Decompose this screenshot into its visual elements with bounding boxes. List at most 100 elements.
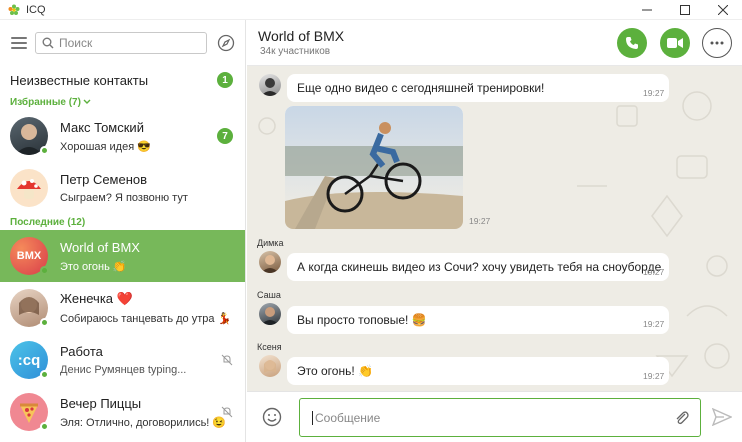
chevron-down-icon bbox=[83, 99, 91, 104]
message-time: 19:27 bbox=[469, 216, 491, 226]
message-time: 19:27 bbox=[643, 319, 665, 329]
unknown-contacts-row[interactable]: Неизвестные контакты 1 bbox=[0, 66, 245, 94]
unknown-contacts-label: Неизвестные контакты bbox=[10, 72, 149, 88]
message-composer bbox=[247, 391, 742, 442]
sender-name: Ксеня bbox=[257, 342, 282, 352]
chat-messages-area[interactable]: Еще одно видео с сегодняшней тренировки!… bbox=[247, 66, 742, 391]
video-camera-icon bbox=[667, 38, 683, 48]
muted-bell-icon bbox=[221, 406, 233, 418]
message-text: Это огонь! 👏 bbox=[297, 364, 373, 378]
online-status-dot bbox=[40, 422, 49, 431]
minimize-button[interactable] bbox=[628, 0, 666, 20]
maximize-icon bbox=[680, 5, 690, 15]
contact-list-panel: Неизвестные контакты 1 Избранные (7) Мак… bbox=[0, 20, 246, 442]
title-bar: ICQ bbox=[0, 0, 742, 20]
online-status-dot bbox=[40, 146, 49, 155]
maximize-button[interactable] bbox=[666, 0, 704, 20]
message-bubble[interactable]: Это огонь! 👏 bbox=[287, 357, 669, 385]
contact-name: Петр Семенов bbox=[60, 172, 148, 187]
favorites-section-header[interactable]: Избранные (7) bbox=[0, 94, 245, 110]
search-input[interactable] bbox=[59, 36, 189, 50]
recent-label: Последние (12) bbox=[10, 216, 86, 228]
mushroom-icon bbox=[17, 179, 41, 199]
last-message: Сыграем? Я позвоню тут bbox=[60, 192, 188, 204]
chat-title[interactable]: World of BMX bbox=[258, 28, 344, 44]
person-photo-icon bbox=[261, 255, 279, 273]
online-status-dot bbox=[40, 370, 49, 379]
contact-name: Работа bbox=[60, 344, 103, 359]
message-time: 19:27 bbox=[643, 371, 665, 381]
sender-name: Димка bbox=[257, 238, 284, 248]
message-input[interactable] bbox=[315, 410, 655, 425]
last-message: Эля: Отлично, договорились! 😉 bbox=[60, 416, 227, 429]
last-message: Собираюсь танцевать до утра 💃 bbox=[60, 313, 232, 325]
emoji-icon[interactable] bbox=[262, 407, 282, 427]
contact-item-petr[interactable]: Петр Семенов Сыграем? Я позвоню тут bbox=[0, 162, 245, 214]
avatar: :cq bbox=[10, 341, 49, 379]
online-status-dot bbox=[40, 318, 49, 327]
unread-count-badge: 7 bbox=[217, 128, 233, 144]
online-status-dot bbox=[40, 266, 49, 275]
photo-message[interactable] bbox=[285, 106, 463, 229]
message-input-box[interactable] bbox=[299, 398, 701, 437]
contact-item-rabota[interactable]: :cq Работа Денис Румянцев typing... bbox=[0, 334, 245, 386]
message-bubble[interactable]: А когда скинешь видео из Сочи? хочу увид… bbox=[287, 253, 669, 281]
avatar-text: BMX bbox=[16, 250, 42, 262]
menu-icon[interactable] bbox=[11, 37, 27, 49]
last-message: Хорошая идея 😎 bbox=[60, 140, 151, 153]
send-icon[interactable] bbox=[712, 408, 732, 426]
chat-header: World of BMX 34к участников bbox=[247, 20, 742, 66]
minimize-icon bbox=[642, 9, 652, 11]
unknown-contacts-count-badge: 1 bbox=[217, 72, 233, 88]
message-bubble[interactable]: Еще одно видео с сегодняшней тренировки! bbox=[287, 74, 669, 102]
sender-avatar bbox=[259, 74, 281, 96]
recent-section-header: Последние (12) bbox=[0, 214, 245, 230]
message-text: А когда скинешь видео из Сочи? хочу увид… bbox=[297, 260, 662, 274]
contact-item-maks[interactable]: Макс Томский Хорошая идея 😎 7 bbox=[0, 110, 245, 162]
phone-icon bbox=[626, 37, 638, 49]
last-message: Денис Румянцев typing... bbox=[60, 364, 187, 376]
voice-call-button[interactable] bbox=[617, 28, 647, 58]
person-photo-icon bbox=[264, 360, 276, 373]
favorites-label: Избранные (7) bbox=[10, 96, 81, 108]
contact-item-vecher-pitsy[interactable]: Вечер Пиццы Эля: Отлично, договорились! … bbox=[0, 386, 245, 438]
avatar bbox=[10, 289, 49, 327]
compass-icon[interactable] bbox=[217, 34, 235, 52]
more-dots-icon bbox=[710, 41, 724, 45]
close-icon bbox=[718, 5, 728, 15]
chat-member-count: 34к участников bbox=[260, 46, 331, 57]
contact-name: World of BMX bbox=[60, 239, 140, 255]
search-row bbox=[0, 20, 245, 66]
avatar-text: :cq bbox=[17, 351, 41, 369]
avatar bbox=[10, 393, 49, 431]
more-options-button[interactable] bbox=[702, 28, 732, 58]
person-photo-icon bbox=[261, 307, 279, 325]
avatar bbox=[10, 169, 48, 207]
contact-item-world-of-bmx[interactable]: BMX World of BMX Это огонь 👏 bbox=[0, 230, 245, 282]
sender-name: Саша bbox=[257, 290, 281, 300]
avatar: BMX bbox=[10, 237, 49, 275]
contact-name: Вечер Пиццы bbox=[60, 395, 142, 411]
icq-logo-icon bbox=[8, 4, 20, 15]
sender-avatar bbox=[259, 303, 281, 325]
search-box[interactable] bbox=[35, 32, 207, 54]
message-text: Еще одно видео с сегодняшней тренировки! bbox=[297, 81, 545, 95]
person-photo-icon bbox=[261, 78, 279, 96]
search-icon bbox=[42, 37, 54, 49]
message-time: 19:27 bbox=[643, 88, 665, 98]
message-time: 19:27 bbox=[643, 267, 665, 277]
message-bubble[interactable]: Вы просто топовые! 🍔 bbox=[287, 306, 669, 334]
paperclip-icon[interactable] bbox=[674, 410, 690, 426]
app-title: ICQ bbox=[26, 3, 46, 16]
message-text: Вы просто топовые! 🍔 bbox=[297, 313, 427, 327]
video-call-button[interactable] bbox=[660, 28, 690, 58]
bmx-photo-image bbox=[285, 106, 463, 229]
text-caret bbox=[312, 410, 313, 425]
contact-name: Женечка ❤️ bbox=[60, 291, 133, 306]
last-message: Это огонь 👏 bbox=[60, 260, 127, 273]
avatar bbox=[10, 117, 49, 155]
muted-bell-icon bbox=[221, 354, 233, 366]
close-button[interactable] bbox=[704, 0, 742, 20]
contact-item-zhenechka[interactable]: Женечка ❤️ Собираюсь танцевать до утра 💃 bbox=[0, 282, 245, 334]
sender-avatar bbox=[259, 251, 281, 273]
